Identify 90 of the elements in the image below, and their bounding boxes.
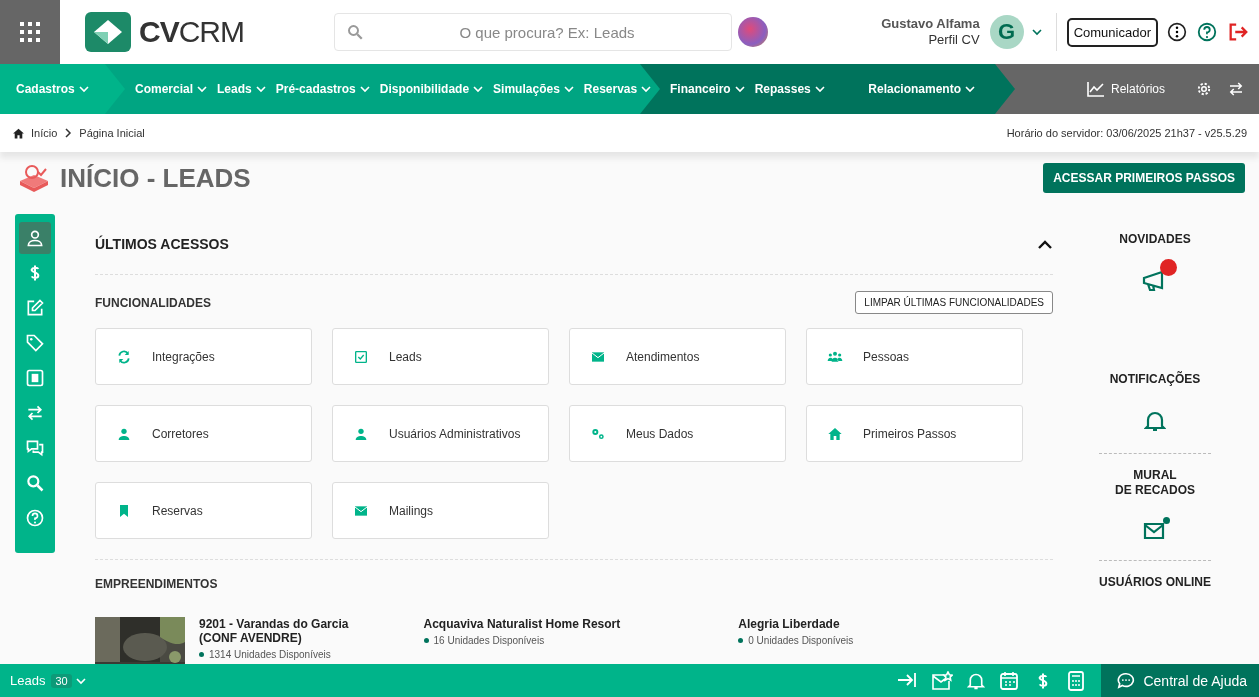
feature-card[interactable]: Corretores <box>95 405 312 462</box>
avatar-orb-icon[interactable] <box>738 17 768 47</box>
help-icon <box>25 508 45 528</box>
clear-features-button[interactable]: LIMPAR ÚLTIMAS FUNCIONALIDADES <box>855 291 1053 314</box>
status-dot <box>423 638 429 643</box>
server-time: Horário do servidor: 03/06/2025 21h37 - v25.5.29 <box>1006 127 1247 139</box>
more-options-icon[interactable] <box>1167 22 1187 42</box>
feature-card[interactable]: Reservas <box>95 482 312 539</box>
status-dot <box>199 652 204 657</box>
subsection-title: EMPREENDIMENTOS <box>95 577 219 591</box>
checkbox-icon <box>353 348 369 365</box>
units-available: 1314 Unidades Disponíveis <box>209 649 331 660</box>
home-icon[interactable] <box>12 126 25 140</box>
sync-icon <box>116 348 132 365</box>
mail-star-button[interactable] <box>931 670 954 691</box>
count-badge: 30 <box>51 673 72 688</box>
chat-icon <box>1117 671 1136 690</box>
mail-button[interactable] <box>1143 520 1167 540</box>
chevron-down-icon <box>78 84 89 94</box>
panel-title: USUÁRIOS ONLINE <box>1099 575 1211 590</box>
swap-icon <box>1227 80 1245 98</box>
module-label: Leads <box>10 673 46 688</box>
swap-icon <box>25 403 45 423</box>
page-title: INÍCIO - LEADS <box>60 162 251 194</box>
chevron-down-icon <box>359 84 370 94</box>
feature-card[interactable]: Pessoas <box>806 328 1023 385</box>
logo-icon <box>85 12 131 52</box>
user-avatar[interactable]: G <box>989 15 1024 49</box>
chevron-up-icon <box>1037 238 1053 250</box>
chevron-down-icon <box>1031 27 1042 37</box>
breadcrumb-current: Página Inicial <box>79 127 145 139</box>
project-name[interactable]: Alegria Liberdade <box>738 617 854 631</box>
project-name[interactable]: 9201 - Varandas do Garcia (CONF AVENDRE) <box>199 617 379 645</box>
apps-menu-button[interactable] <box>0 0 60 64</box>
feature-card[interactable]: Mailings <box>332 482 549 539</box>
grid-icon <box>18 20 42 44</box>
feature-card[interactable]: Integrações <box>95 328 312 385</box>
settings-icon[interactable] <box>1195 80 1213 98</box>
edit-icon <box>25 298 45 318</box>
leads-page-icon <box>18 163 50 193</box>
chevron-down-icon <box>75 675 86 686</box>
user-name: Gustavo Alfama <box>881 16 980 32</box>
search-field[interactable]: O que procura? Ex: Leads <box>334 13 732 51</box>
units-available: 16 Unidades Disponíveis <box>433 635 545 646</box>
calendar-button[interactable] <box>999 670 1020 691</box>
collapse-toggle[interactable] <box>1037 238 1053 250</box>
chevron-right-icon <box>63 128 74 138</box>
chevron-down-icon <box>965 84 975 94</box>
chevron-down-icon <box>255 84 266 94</box>
feature-card[interactable]: Primeiros Passos <box>806 405 1023 462</box>
status-dot <box>738 638 744 643</box>
subsection-title: FUNCIONALIDADES <box>95 295 211 310</box>
nav-menu-item[interactable]: Relacionamento <box>868 82 975 96</box>
line-chart-icon <box>1086 81 1105 97</box>
nav-menu-item[interactable]: Financeiro <box>670 82 745 96</box>
search-icon <box>25 473 45 493</box>
chevron-down-icon <box>473 84 484 94</box>
feature-card[interactable]: Leads <box>332 328 549 385</box>
help-center-button[interactable]: Central de Ajuda <box>1101 664 1259 697</box>
chevron-down-icon <box>563 84 574 94</box>
sidebar-tool-button[interactable] <box>19 222 51 254</box>
section-title: ÚLTIMOS ACESSOS <box>95 236 229 252</box>
nav-menu-item[interactable]: Repasses <box>754 82 825 96</box>
reports-link[interactable]: Relatórios <box>1086 81 1165 97</box>
logo-text: CVCRM <box>139 15 244 49</box>
chevron-down-icon <box>641 84 652 94</box>
first-steps-button[interactable]: ACESSAR PRIMEIROS PASSOS <box>1043 163 1245 193</box>
panel-title: NOVIDADES <box>1119 232 1191 247</box>
feature-card[interactable]: Usuários Administrativos <box>332 405 549 462</box>
chevron-down-icon <box>197 84 208 94</box>
panel-title: NOTIFICAÇÕES <box>1109 372 1201 387</box>
chevron-down-icon <box>734 84 745 94</box>
logout-icon[interactable] <box>1227 21 1249 43</box>
panel-title: MURAL DE RECADOS <box>1115 468 1195 498</box>
breadcrumb-link[interactable]: Início <box>31 127 58 139</box>
feature-card[interactable]: Atendimentos <box>569 328 786 385</box>
user-icon <box>25 228 45 248</box>
help-icon <box>1196 21 1218 43</box>
communicator-button[interactable]: Comunicador <box>1066 17 1158 47</box>
search-icon <box>346 23 364 41</box>
units-available: 0 Unidades Disponíveis <box>748 635 854 646</box>
calculator-button[interactable] <box>1067 670 1086 691</box>
chat-icon <box>25 438 45 458</box>
chevron-down-icon <box>814 84 825 94</box>
home-icon <box>827 425 843 442</box>
project-name[interactable]: Acquaviva Naturalist Home Resort <box>423 617 621 631</box>
tag-icon <box>25 333 45 353</box>
feature-card[interactable]: Meus Dados <box>569 405 786 462</box>
bell-button[interactable] <box>1144 409 1166 433</box>
user-profile: Perfil CV <box>927 32 980 48</box>
